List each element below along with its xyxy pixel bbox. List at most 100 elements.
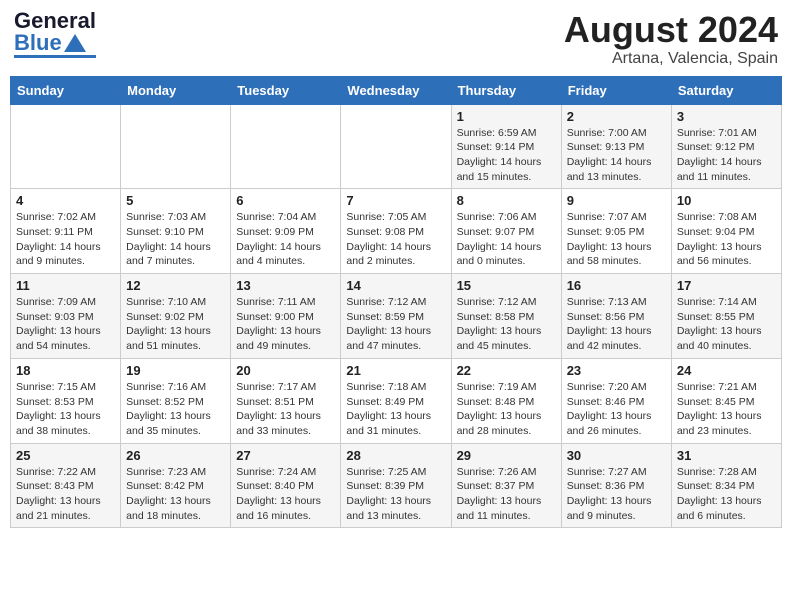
day-number: 27 xyxy=(236,448,335,463)
week-row-3: 11Sunrise: 7:09 AM Sunset: 9:03 PM Dayli… xyxy=(11,274,782,359)
day-number: 24 xyxy=(677,363,776,378)
day-info: Sunrise: 7:13 AM Sunset: 8:56 PM Dayligh… xyxy=(567,295,666,354)
calendar-cell xyxy=(341,104,451,189)
calendar-cell xyxy=(11,104,121,189)
header-thursday: Thursday xyxy=(451,76,561,104)
logo: General Blue xyxy=(14,10,96,58)
calendar-cell: 17 Sunrise: 7:14 AM Sunset: 8:55 PM Dayli… xyxy=(671,274,781,359)
day-number: 28 xyxy=(346,448,445,463)
calendar-cell: 31 Sunrise: 7:28 AM Sunset: 8:34 PM Dayli… xyxy=(671,443,781,528)
day-number: 4 xyxy=(16,193,115,208)
day-number: 5 xyxy=(126,193,225,208)
calendar-cell: 7 Sunrise: 7:05 AM Sunset: 9:08 PM Daylig… xyxy=(341,189,451,274)
day-info: Sunrise: 7:05 AM Sunset: 9:08 PM Dayligh… xyxy=(346,210,445,269)
day-number: 22 xyxy=(457,363,556,378)
day-number: 12 xyxy=(126,278,225,293)
calendar-cell: 5 Sunrise: 7:03 AM Sunset: 9:10 PM Daylig… xyxy=(121,189,231,274)
calendar-cell: 23 Sunrise: 7:20 AM Sunset: 8:46 PM Dayli… xyxy=(561,358,671,443)
week-row-4: 18 Sunrise: 7:15 AM Sunset: 8:53 PM Dayli… xyxy=(11,358,782,443)
day-info: Sunrise: 7:15 AM Sunset: 8:53 PM Dayligh… xyxy=(16,380,115,439)
day-info: Sunrise: 7:01 AM Sunset: 9:12 PM Dayligh… xyxy=(677,126,776,185)
header-monday: Monday xyxy=(121,76,231,104)
day-info: Sunrise: 7:28 AM Sunset: 8:34 PM Dayligh… xyxy=(677,465,776,524)
day-number: 31 xyxy=(677,448,776,463)
calendar-cell xyxy=(231,104,341,189)
logo-icon xyxy=(64,34,86,52)
calendar-cell: 20 Sunrise: 7:17 AM Sunset: 8:51 PM Dayli… xyxy=(231,358,341,443)
day-info: Sunrise: 7:23 AM Sunset: 8:42 PM Dayligh… xyxy=(126,465,225,524)
day-info: Sunrise: 7:06 AM Sunset: 9:07 PM Dayligh… xyxy=(457,210,556,269)
day-info: Sunrise: 7:25 AM Sunset: 8:39 PM Dayligh… xyxy=(346,465,445,524)
day-info: Sunrise: 7:22 AM Sunset: 8:43 PM Dayligh… xyxy=(16,465,115,524)
day-info: Sunrise: 7:19 AM Sunset: 8:48 PM Dayligh… xyxy=(457,380,556,439)
week-row-2: 4Sunrise: 7:02 AM Sunset: 9:11 PM Daylig… xyxy=(11,189,782,274)
day-number: 17 xyxy=(677,278,776,293)
day-number: 16 xyxy=(567,278,666,293)
day-number: 9 xyxy=(567,193,666,208)
calendar-cell: 1 Sunrise: 6:59 AM Sunset: 9:14 PM Daylig… xyxy=(451,104,561,189)
calendar-cell: 4Sunrise: 7:02 AM Sunset: 9:11 PM Daylig… xyxy=(11,189,121,274)
calendar-cell: 24 Sunrise: 7:21 AM Sunset: 8:45 PM Dayli… xyxy=(671,358,781,443)
calendar-cell: 25 Sunrise: 7:22 AM Sunset: 8:43 PM Dayli… xyxy=(11,443,121,528)
day-info: Sunrise: 7:14 AM Sunset: 8:55 PM Dayligh… xyxy=(677,295,776,354)
day-number: 6 xyxy=(236,193,335,208)
calendar-cell: 11Sunrise: 7:09 AM Sunset: 9:03 PM Dayli… xyxy=(11,274,121,359)
day-info: Sunrise: 7:27 AM Sunset: 8:36 PM Dayligh… xyxy=(567,465,666,524)
day-number: 26 xyxy=(126,448,225,463)
logo-blue: Blue xyxy=(14,32,62,54)
day-number: 10 xyxy=(677,193,776,208)
day-number: 15 xyxy=(457,278,556,293)
calendar-cell: 3Sunrise: 7:01 AM Sunset: 9:12 PM Daylig… xyxy=(671,104,781,189)
day-number: 2 xyxy=(567,109,666,124)
calendar-cell: 18 Sunrise: 7:15 AM Sunset: 8:53 PM Dayli… xyxy=(11,358,121,443)
day-info: Sunrise: 7:12 AM Sunset: 8:58 PM Dayligh… xyxy=(457,295,556,354)
day-info: Sunrise: 7:03 AM Sunset: 9:10 PM Dayligh… xyxy=(126,210,225,269)
day-info: Sunrise: 7:20 AM Sunset: 8:46 PM Dayligh… xyxy=(567,380,666,439)
day-info: Sunrise: 7:21 AM Sunset: 8:45 PM Dayligh… xyxy=(677,380,776,439)
calendar-cell: 9 Sunrise: 7:07 AM Sunset: 9:05 PM Daylig… xyxy=(561,189,671,274)
day-number: 19 xyxy=(126,363,225,378)
day-info: Sunrise: 7:08 AM Sunset: 9:04 PM Dayligh… xyxy=(677,210,776,269)
day-number: 20 xyxy=(236,363,335,378)
calendar-cell: 30 Sunrise: 7:27 AM Sunset: 8:36 PM Dayli… xyxy=(561,443,671,528)
header-saturday: Saturday xyxy=(671,76,781,104)
logo-general: General xyxy=(14,10,96,32)
calendar-cell: 2 Sunrise: 7:00 AM Sunset: 9:13 PM Daylig… xyxy=(561,104,671,189)
day-number: 25 xyxy=(16,448,115,463)
day-number: 1 xyxy=(457,109,556,124)
day-number: 18 xyxy=(16,363,115,378)
day-info: Sunrise: 7:11 AM Sunset: 9:00 PM Dayligh… xyxy=(236,295,335,354)
calendar-cell: 10 Sunrise: 7:08 AM Sunset: 9:04 PM Dayli… xyxy=(671,189,781,274)
day-number: 23 xyxy=(567,363,666,378)
day-number: 13 xyxy=(236,278,335,293)
day-info: Sunrise: 7:24 AM Sunset: 8:40 PM Dayligh… xyxy=(236,465,335,524)
day-number: 7 xyxy=(346,193,445,208)
calendar-cell: 16 Sunrise: 7:13 AM Sunset: 8:56 PM Dayli… xyxy=(561,274,671,359)
calendar-cell: 6 Sunrise: 7:04 AM Sunset: 9:09 PM Daylig… xyxy=(231,189,341,274)
calendar-cell: 15 Sunrise: 7:12 AM Sunset: 8:58 PM Dayli… xyxy=(451,274,561,359)
day-number: 30 xyxy=(567,448,666,463)
page-header: General Blue August 2024 Artana, Valenci… xyxy=(10,10,782,68)
day-info: Sunrise: 7:04 AM Sunset: 9:09 PM Dayligh… xyxy=(236,210,335,269)
day-info: Sunrise: 7:07 AM Sunset: 9:05 PM Dayligh… xyxy=(567,210,666,269)
day-info: Sunrise: 7:00 AM Sunset: 9:13 PM Dayligh… xyxy=(567,126,666,185)
day-number: 14 xyxy=(346,278,445,293)
calendar-cell: 8Sunrise: 7:06 AM Sunset: 9:07 PM Daylig… xyxy=(451,189,561,274)
header-wednesday: Wednesday xyxy=(341,76,451,104)
calendar-cell: 21Sunrise: 7:18 AM Sunset: 8:49 PM Dayli… xyxy=(341,358,451,443)
calendar-cell: 26 Sunrise: 7:23 AM Sunset: 8:42 PM Dayli… xyxy=(121,443,231,528)
calendar-cell: 12Sunrise: 7:10 AM Sunset: 9:02 PM Dayli… xyxy=(121,274,231,359)
day-info: Sunrise: 7:17 AM Sunset: 8:51 PM Dayligh… xyxy=(236,380,335,439)
calendar-cell: 19Sunrise: 7:16 AM Sunset: 8:52 PM Dayli… xyxy=(121,358,231,443)
day-number: 11 xyxy=(16,278,115,293)
day-info: Sunrise: 6:59 AM Sunset: 9:14 PM Dayligh… xyxy=(457,126,556,185)
calendar-cell: 22 Sunrise: 7:19 AM Sunset: 8:48 PM Dayli… xyxy=(451,358,561,443)
day-number: 29 xyxy=(457,448,556,463)
location: Artana, Valencia, Spain xyxy=(564,50,778,68)
calendar-cell: 14 Sunrise: 7:12 AM Sunset: 8:59 PM Dayli… xyxy=(341,274,451,359)
day-info: Sunrise: 7:26 AM Sunset: 8:37 PM Dayligh… xyxy=(457,465,556,524)
header-tuesday: Tuesday xyxy=(231,76,341,104)
logo-underline xyxy=(14,55,96,58)
day-info: Sunrise: 7:12 AM Sunset: 8:59 PM Dayligh… xyxy=(346,295,445,354)
calendar-header-row: SundayMondayTuesdayWednesdayThursdayFrid… xyxy=(11,76,782,104)
